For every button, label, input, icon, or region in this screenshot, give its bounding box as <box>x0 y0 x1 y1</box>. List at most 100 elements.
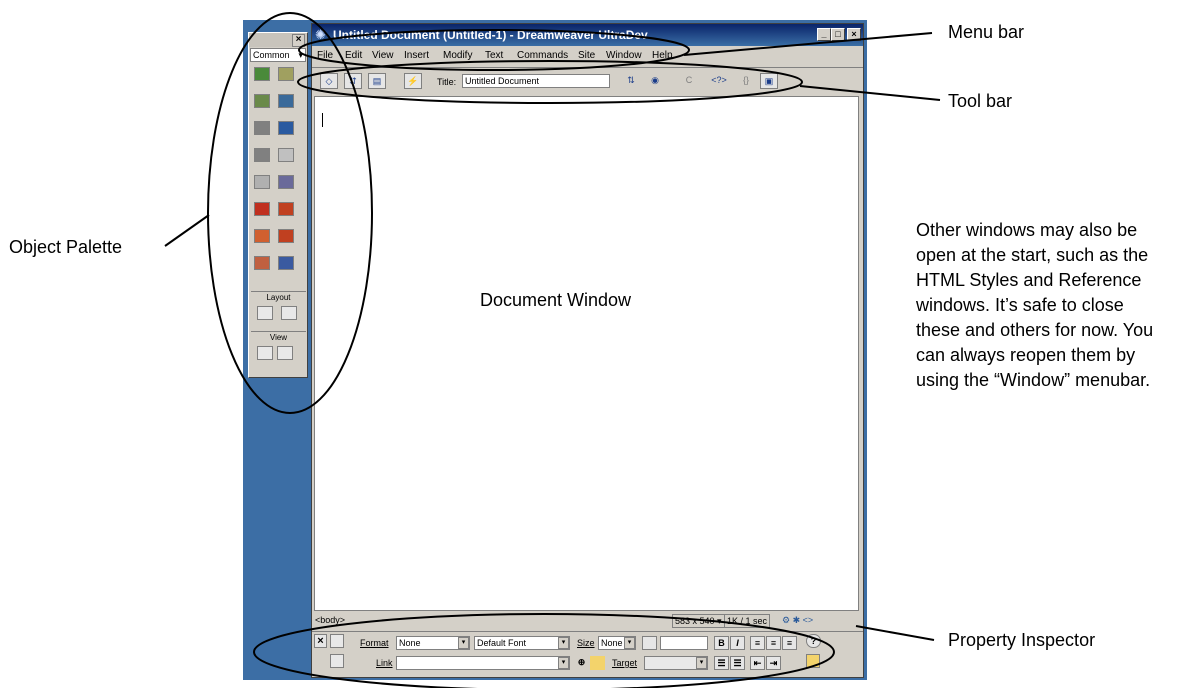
activex-icon[interactable] <box>278 256 294 270</box>
inspector-close-icon[interactable]: × <box>314 634 327 648</box>
help-icon[interactable]: ? <box>806 634 821 648</box>
draw-layout-table-icon[interactable] <box>281 306 297 320</box>
split-view-button[interactable]: ⇵ <box>344 73 362 89</box>
palette-category-dropdown[interactable]: Common ▾ <box>250 48 306 62</box>
window-title-bar[interactable]: ✺ Untitled Document (Untitled-1) - Dream… <box>312 24 863 46</box>
menu-edit[interactable]: Edit <box>345 48 362 63</box>
insert-table-icon[interactable] <box>254 94 270 108</box>
menu-bar: File Edit View Insert Modify Text Comman… <box>312 48 863 63</box>
object-palette-annotation: Object Palette <box>9 237 123 257</box>
ordered-list-button[interactable]: ☰ <box>730 656 745 670</box>
font-select[interactable]: Default Font <box>474 636 570 650</box>
unordered-list-button[interactable]: ☰ <box>714 656 729 670</box>
preview-in-browser-button[interactable]: ◉ <box>646 73 664 89</box>
reference-button[interactable]: <?> <box>706 73 732 89</box>
mini-launcher[interactable]: ⚙ ✱ <> <box>782 611 813 629</box>
dreamweaver-app-icon: ✺ <box>315 27 326 42</box>
palette-leader-line <box>164 214 210 247</box>
maximize-button[interactable]: □ <box>831 28 845 41</box>
menu-help[interactable]: Help <box>652 48 673 63</box>
window-title: Untitled Document (Untitled-1) - Dreamwe… <box>333 28 648 42</box>
align-center-button[interactable]: ≡ <box>766 636 781 650</box>
tabular-data-icon[interactable] <box>278 94 294 108</box>
insert-image-icon[interactable] <box>254 67 270 81</box>
document-title-input[interactable]: Untitled Document <box>462 74 610 88</box>
property-inspector-annotation: Property Inspector <box>948 630 1096 650</box>
fireworks-html-icon[interactable] <box>278 229 294 243</box>
standard-view-icon[interactable] <box>257 346 273 360</box>
menu-window[interactable]: Window <box>606 48 642 63</box>
format-label: Format <box>360 638 389 648</box>
window-size-dropdown[interactable]: 583 x 540 ▾ <box>672 614 725 628</box>
shockwave-icon[interactable] <box>278 202 294 216</box>
bold-button[interactable]: B <box>714 636 729 650</box>
draw-layout-cell-icon[interactable] <box>257 306 273 320</box>
menu-view[interactable]: View <box>372 48 394 63</box>
chevron-down-icon: ▾ <box>298 50 303 60</box>
view-options-button[interactable]: ▣ <box>760 73 778 89</box>
design-view-button[interactable]: ▤ <box>368 73 386 89</box>
document-editing-area[interactable] <box>314 96 859 611</box>
page-properties-icon[interactable] <box>330 654 344 668</box>
email-link-icon[interactable] <box>278 148 294 162</box>
text-color-input[interactable] <box>660 636 708 650</box>
link-dropdown-icon[interactable]: ▾ <box>558 657 569 669</box>
object-palette: × Common ▾ Layout View <box>248 32 308 378</box>
horizontal-rule-icon[interactable] <box>254 148 270 162</box>
generator-icon[interactable] <box>254 229 270 243</box>
date-icon[interactable] <box>254 175 270 189</box>
refresh-button[interactable]: C <box>682 73 696 89</box>
align-right-button[interactable]: ≡ <box>782 636 797 650</box>
code-view-button[interactable]: ◇ <box>320 73 338 89</box>
target-label: Target <box>612 658 638 668</box>
format-dropdown-icon[interactable]: ▾ <box>458 637 469 649</box>
palette-close-icon[interactable]: × <box>292 34 305 47</box>
font-dropdown-icon[interactable]: ▾ <box>558 637 569 649</box>
tool-bar: ◇ ⇵ ▤ ⚡ Title: Untitled Document ⇅ ◉ C <… <box>312 67 863 92</box>
tool-bar-annotation: Tool bar <box>948 91 1013 111</box>
link-label: Link <box>376 658 393 668</box>
palette-title-bar[interactable]: × <box>249 33 307 47</box>
point-to-file-icon[interactable]: ⊕ <box>574 656 589 670</box>
italic-button[interactable]: I <box>730 636 745 650</box>
flash-icon[interactable] <box>254 202 270 216</box>
menu-insert[interactable]: Insert <box>404 48 429 63</box>
title-label: Title: <box>437 77 457 87</box>
align-left-button[interactable]: ≡ <box>750 636 765 650</box>
insert-layer-icon[interactable] <box>254 121 270 135</box>
applet-icon[interactable] <box>254 256 270 270</box>
size-dropdown-icon[interactable]: ▾ <box>624 637 635 649</box>
view-section-label: View <box>251 331 306 344</box>
assets-button[interactable]: ⚡ <box>404 73 422 89</box>
property-inspector: × Format None ▾ Default Font ▾ Size None… <box>312 631 863 678</box>
indent-button[interactable]: ⇥ <box>766 656 781 670</box>
text-cursor <box>322 113 323 127</box>
size-label: Size <box>577 638 595 648</box>
quick-tag-editor-icon[interactable] <box>806 654 820 668</box>
menu-modify[interactable]: Modify <box>443 48 472 63</box>
layout-view-icon[interactable] <box>277 346 293 360</box>
download-time: 1K / 1 sec <box>724 614 771 628</box>
outdent-button[interactable]: ⇤ <box>750 656 765 670</box>
file-management-button[interactable]: ⇅ <box>622 73 640 89</box>
status-bar: <body> 583 x 540 ▾ 1K / 1 sec ⚙ ✱ <> <box>312 611 863 629</box>
palette-category-label: Common <box>253 50 290 60</box>
close-button[interactable]: × <box>847 28 861 41</box>
menu-file[interactable]: File <box>317 48 333 63</box>
menu-text[interactable]: Text <box>485 48 503 63</box>
target-dropdown-icon[interactable]: ▾ <box>696 657 707 669</box>
browse-folder-icon[interactable] <box>590 656 605 670</box>
tag-selector[interactable]: <body> <box>315 611 345 629</box>
menu-site[interactable]: Site <box>578 48 595 63</box>
link-input[interactable] <box>396 656 570 670</box>
text-color-button[interactable] <box>642 636 657 650</box>
menu-bar-annotation: Menu bar <box>948 22 1025 42</box>
insert-rollover-icon[interactable] <box>278 67 294 81</box>
minimize-button[interactable]: _ <box>817 28 831 41</box>
menu-commands[interactable]: Commands <box>517 48 568 63</box>
navigation-bar-icon[interactable] <box>278 121 294 135</box>
server-side-include-icon[interactable] <box>278 175 294 189</box>
document-window-frame: ✺ Untitled Document (Untitled-1) - Dream… <box>311 23 864 678</box>
text-properties-icon <box>330 634 344 648</box>
code-navigation-button[interactable]: {} <box>738 73 754 89</box>
